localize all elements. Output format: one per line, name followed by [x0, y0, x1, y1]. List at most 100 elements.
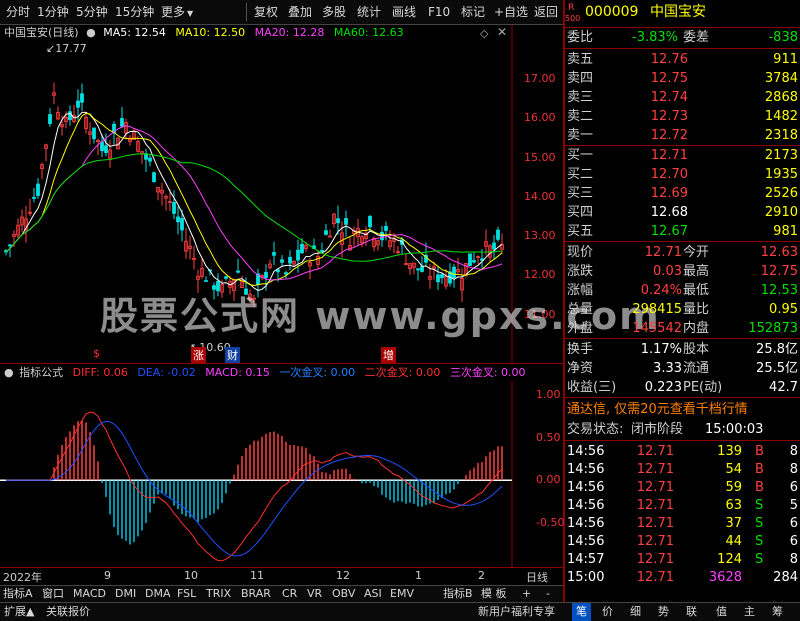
candle-body: [180, 218, 184, 231]
candle-body: [440, 274, 444, 279]
expand-button[interactable]: 扩展▲: [4, 603, 34, 621]
stat-value: 0.03: [653, 264, 682, 279]
divider: [565, 27, 800, 28]
settings-icon[interactable]: ●: [4, 366, 14, 379]
stat-value: 12.63: [760, 245, 798, 260]
fundamental-value: 25.5亿: [756, 361, 798, 376]
tab-timeshare[interactable]: 分时: [6, 0, 30, 24]
third-cross-label: 三次金叉: 0.00: [449, 366, 526, 379]
candle-body: [176, 216, 180, 223]
macd-chart[interactable]: [0, 381, 563, 567]
tab-15min[interactable]: 15分钟: [115, 0, 154, 24]
event-marker-limit-up[interactable]: 涨: [191, 347, 206, 363]
more-button[interactable]: 更多 ▼: [161, 0, 193, 24]
tick-row[interactable]: 15:00 12.71 3628 284: [565, 569, 800, 587]
candle-body: [120, 118, 124, 127]
fundamental-label: 换手: [567, 342, 594, 357]
candle-body: [32, 196, 36, 199]
tick-row[interactable]: 14:57 12.71 124 S 8: [565, 551, 800, 569]
event-marker-increase[interactable]: 增: [381, 347, 396, 363]
candle-body: [36, 183, 40, 196]
tick-time: 14:56: [567, 498, 605, 513]
fundamental-label: 净资: [567, 361, 594, 376]
tab-brar[interactable]: BRAR: [241, 586, 271, 602]
related-quotes-button[interactable]: 关联报价: [46, 603, 90, 621]
ask-label: 卖四: [567, 71, 594, 86]
bid-row[interactable]: 买五 12.67 981: [565, 223, 800, 241]
bid-label: 买五: [567, 224, 594, 239]
bid-row[interactable]: 买三 12.69 2526: [565, 185, 800, 203]
bid-price: 12.68: [650, 205, 688, 220]
tab-indicator-b[interactable]: 指标B: [443, 586, 473, 602]
first-cross-label: 一次金叉: 0.00: [279, 366, 356, 379]
tick-time: 14:56: [567, 516, 605, 531]
tick-price: 12.71: [636, 534, 674, 549]
add-tab-button[interactable]: +: [522, 586, 531, 602]
order-diff-value: -838: [768, 30, 798, 45]
bid-label: 买一: [567, 148, 594, 163]
tick-row[interactable]: 14:56 12.71 54 B 8: [565, 461, 800, 479]
draw-line-button[interactable]: 画线: [392, 0, 416, 24]
stat-label: 内盘: [683, 321, 710, 336]
tick-row[interactable]: 14:56 12.71 44 S 6: [565, 533, 800, 551]
bid-row[interactable]: 买二 12.70 1935: [565, 166, 800, 184]
tab-obv[interactable]: OBV: [332, 586, 355, 602]
tick-side: S: [755, 516, 764, 531]
tab-template[interactable]: 模 板: [481, 586, 507, 602]
indicator-name[interactable]: 指标公式: [19, 366, 63, 379]
promo-link[interactable]: 新用户福利专享: [478, 603, 555, 621]
tab-dma[interactable]: DMA: [145, 586, 171, 602]
tab-macd[interactable]: MACD: [73, 586, 106, 602]
statistics-button[interactable]: 统计: [357, 0, 381, 24]
stock-code: 000009: [585, 4, 639, 20]
month-label: 11: [250, 569, 264, 582]
adjust-button[interactable]: 复权: [254, 0, 278, 24]
promo-row[interactable]: 通达信, 仅需20元查看千档行情: [565, 401, 800, 419]
add-favorite-button[interactable]: +自选: [494, 0, 528, 24]
event-marker-finance[interactable]: 财: [225, 347, 240, 363]
tab-5min[interactable]: 5分钟: [76, 0, 108, 24]
tick-volume: 124: [717, 552, 742, 567]
tab-emv[interactable]: EMV: [390, 586, 414, 602]
period-label[interactable]: 日线: [526, 569, 548, 585]
tab-fsl[interactable]: FSL: [177, 586, 196, 602]
tab-1min[interactable]: 1分钟: [37, 0, 69, 24]
ask-row[interactable]: 卖五 12.76 911: [565, 51, 800, 69]
quote-panel: R 500 000009 中国宝安 委比 -3.83% 委差 -838 通达信,…: [565, 0, 800, 620]
bid-row[interactable]: 买一 12.71 2173: [565, 147, 800, 165]
tick-row[interactable]: 14:56 12.71 37 S 6: [565, 515, 800, 533]
tick-row[interactable]: 14:56 12.71 59 B 6: [565, 479, 800, 497]
ask-row[interactable]: 卖二 12.73 1482: [565, 108, 800, 126]
multi-stock-button[interactable]: 多股: [322, 0, 346, 24]
back-button[interactable]: 返回: [534, 0, 558, 24]
tab-window[interactable]: 窗口: [42, 586, 64, 602]
ask-row[interactable]: 卖三 12.74 2868: [565, 89, 800, 107]
divider: [565, 440, 800, 441]
tab-dmi[interactable]: DMI: [115, 586, 136, 602]
tab-indicator-a[interactable]: 指标A: [3, 586, 33, 602]
tick-volume: 59: [725, 480, 742, 495]
tick-row[interactable]: 14:56 12.71 63 S 5: [565, 497, 800, 515]
fundamental-value: 1.17%: [640, 342, 682, 357]
candle-body: [324, 230, 328, 235]
bid-row[interactable]: 买四 12.68 2910: [565, 204, 800, 222]
event-marker-dollar[interactable]: $: [93, 347, 100, 360]
f10-button[interactable]: F10: [428, 0, 450, 24]
tick-price: 12.71: [636, 516, 674, 531]
remove-tab-button[interactable]: -: [546, 586, 550, 602]
tick-time: 14:56: [567, 444, 605, 459]
candle-body: [80, 93, 84, 103]
tick-row[interactable]: 14:56 12.71 139 B 8: [565, 443, 800, 461]
stat-label: 今开: [683, 245, 710, 260]
overlay-button[interactable]: 叠加: [288, 0, 312, 24]
tab-trix[interactable]: TRIX: [206, 586, 231, 602]
tab-vr[interactable]: VR: [307, 586, 322, 602]
ask-row[interactable]: 卖一 12.72 2318: [565, 127, 800, 145]
tab-asi[interactable]: ASI: [364, 586, 382, 602]
ask-row[interactable]: 卖四 12.75 3784: [565, 70, 800, 88]
candle-body: [8, 244, 12, 247]
promo-text[interactable]: 通达信, 仅需20元查看千档行情: [567, 401, 748, 419]
tab-cr[interactable]: CR: [282, 586, 297, 602]
mark-button[interactable]: 标记: [461, 0, 485, 24]
tick-count: 5: [789, 498, 798, 513]
